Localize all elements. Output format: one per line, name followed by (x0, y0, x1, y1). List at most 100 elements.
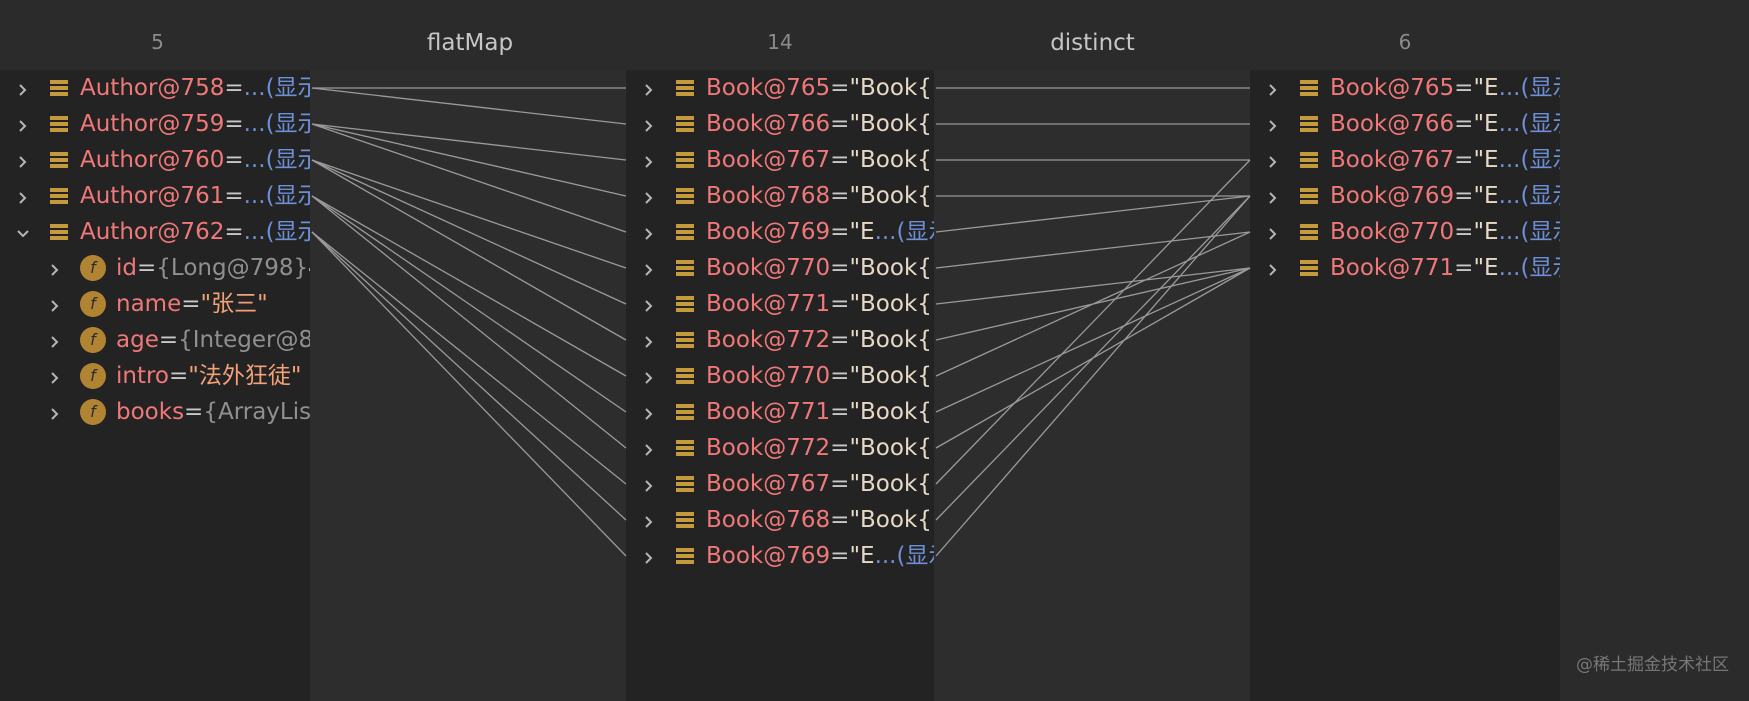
book-row[interactable]: Book@772 = "Book{id (626, 320, 934, 360)
chevron-right-icon[interactable] (636, 320, 662, 360)
show-link[interactable]: (显示) (266, 212, 310, 252)
chevron-right-icon[interactable] (42, 284, 68, 324)
chevron-right-icon[interactable] (1260, 104, 1286, 144)
ellipsis: ... (243, 75, 266, 101)
author-row[interactable]: Author@759 = ...(显示) (0, 104, 310, 144)
chevron-down-icon[interactable] (10, 212, 36, 252)
author-row[interactable]: Author@762 = ...(显示) (0, 212, 310, 252)
author-row[interactable]: Author@760 = ...(显示) (0, 140, 310, 180)
book-row[interactable]: Book@766 = "Book{id (626, 104, 934, 144)
chevron-right-icon[interactable] (10, 104, 36, 144)
show-link[interactable]: (显示) (897, 212, 935, 252)
chevron-right-icon[interactable] (636, 212, 662, 252)
chevron-right-icon[interactable] (1260, 212, 1286, 252)
show-link[interactable]: (显示) (266, 140, 310, 180)
item-value: "Book{id (849, 291, 934, 317)
book-row[interactable]: Book@770 = "Book{id (626, 248, 934, 288)
distinct-gap (934, 70, 1250, 701)
chevron-right-icon[interactable] (636, 536, 662, 576)
author-row[interactable]: Author@761 = ...(显示) (0, 176, 310, 216)
chevron-right-icon[interactable] (1260, 248, 1286, 288)
field-row[interactable]: fage = {Integer@800 (0, 320, 310, 360)
item-name: Book@766 (1330, 111, 1455, 137)
item-name: Book@772 (706, 435, 831, 461)
item-value: "E (849, 543, 875, 569)
show-link[interactable]: (显示) (1521, 140, 1561, 180)
book-row[interactable]: Book@765 = "Book{id (626, 70, 934, 108)
chevron-right-icon[interactable] (636, 248, 662, 288)
field-row[interactable]: f intro = "法外狂徒" (0, 356, 301, 396)
item-value: "Book{id (849, 399, 934, 425)
show-link[interactable]: (显示) (897, 536, 935, 576)
chevron-right-icon[interactable] (636, 428, 662, 468)
chevron-right-icon[interactable] (42, 356, 68, 396)
chevron-right-icon[interactable] (10, 70, 36, 108)
distinct-book-row[interactable]: Book@765 = "E...(显示) (1250, 70, 1560, 108)
equals-sign: = (184, 399, 204, 425)
item-value: "E (1473, 111, 1499, 137)
book-row[interactable]: Book@767 = "Book{id (626, 464, 934, 504)
field-row[interactable]: fid = {Long@798} 4 (0, 248, 310, 288)
book-row[interactable]: Book@772 = "Book{id (626, 428, 934, 468)
equals-sign: = (224, 75, 244, 101)
equals-sign: = (1454, 147, 1474, 173)
equals-sign: = (830, 75, 850, 101)
distinct-book-row[interactable]: Book@771 = "E...(显示) (1250, 248, 1560, 288)
item-name: Book@772 (706, 327, 831, 353)
show-link[interactable]: (显示) (1521, 248, 1561, 288)
show-link[interactable]: (显示) (266, 104, 310, 144)
equals-sign: = (1454, 111, 1474, 137)
show-link[interactable]: (显示) (1521, 70, 1561, 108)
equals-sign: = (224, 111, 244, 137)
chevron-right-icon[interactable] (636, 284, 662, 324)
item-value: "E (1473, 75, 1499, 101)
book-row[interactable]: Book@770 = "Book{id (626, 356, 934, 396)
distinct-book-row[interactable]: Book@767 = "E...(显示) (1250, 140, 1560, 180)
chevron-right-icon[interactable] (636, 140, 662, 180)
show-link[interactable]: (显示) (1521, 104, 1561, 144)
chevron-right-icon[interactable] (636, 70, 662, 108)
show-link[interactable]: (显示) (266, 70, 310, 108)
book-row[interactable]: Book@771 = "Book{id (626, 284, 934, 324)
chevron-right-icon[interactable] (10, 140, 36, 180)
field-icon: f (80, 399, 106, 425)
field-row[interactable]: fbooks = {ArrayList@ (0, 392, 310, 432)
chevron-right-icon[interactable] (636, 104, 662, 144)
equals-sign: = (830, 291, 850, 317)
field-type: {ArrayList@ (203, 399, 310, 425)
show-link[interactable]: (显示) (1521, 212, 1561, 252)
show-link[interactable]: (显示) (1521, 176, 1561, 216)
equals-sign: = (224, 219, 244, 245)
item-name: Author@761 (80, 183, 225, 209)
chevron-right-icon[interactable] (42, 392, 68, 432)
chevron-right-icon[interactable] (10, 176, 36, 216)
book-row[interactable]: Book@769 = "E...(显示) (626, 212, 934, 252)
book-row[interactable]: Book@767 = "Book{id (626, 140, 934, 180)
distinct-book-row[interactable]: Book@770 = "E...(显示) (1250, 212, 1560, 252)
field-row[interactable]: f name = "张三" (0, 284, 268, 324)
item-value: "E (1473, 147, 1499, 173)
author-row[interactable]: Author@758 = ...(显示) (0, 70, 310, 108)
book-row[interactable]: Book@771 = "Book{id (626, 392, 934, 432)
distinct-book-row[interactable]: Book@769 = "E...(显示) (1250, 176, 1560, 216)
item-value: "Book{id (849, 507, 934, 533)
book-row[interactable]: Book@768 = "Book{id (626, 500, 934, 540)
chevron-right-icon[interactable] (42, 320, 68, 360)
chevron-right-icon[interactable] (636, 392, 662, 432)
distinct-book-row[interactable]: Book@766 = "E...(显示) (1250, 104, 1560, 144)
chevron-right-icon[interactable] (1260, 176, 1286, 216)
show-link[interactable]: (显示) (266, 176, 310, 216)
chevron-right-icon[interactable] (636, 464, 662, 504)
chevron-right-icon[interactable] (1260, 140, 1286, 180)
chevron-right-icon[interactable] (42, 248, 68, 288)
chevron-right-icon[interactable] (636, 500, 662, 540)
book-row[interactable]: Book@768 = "Book{id (626, 176, 934, 216)
chevron-right-icon[interactable] (1260, 70, 1286, 108)
item-name: Book@771 (706, 399, 831, 425)
chevron-right-icon[interactable] (636, 356, 662, 396)
ellipsis: ... (243, 111, 266, 137)
book-row[interactable]: Book@769 = "E...(显示) (626, 536, 934, 576)
ellipsis: ... (1498, 147, 1521, 173)
chevron-right-icon[interactable] (636, 176, 662, 216)
item-value: "Book{id (849, 363, 934, 389)
